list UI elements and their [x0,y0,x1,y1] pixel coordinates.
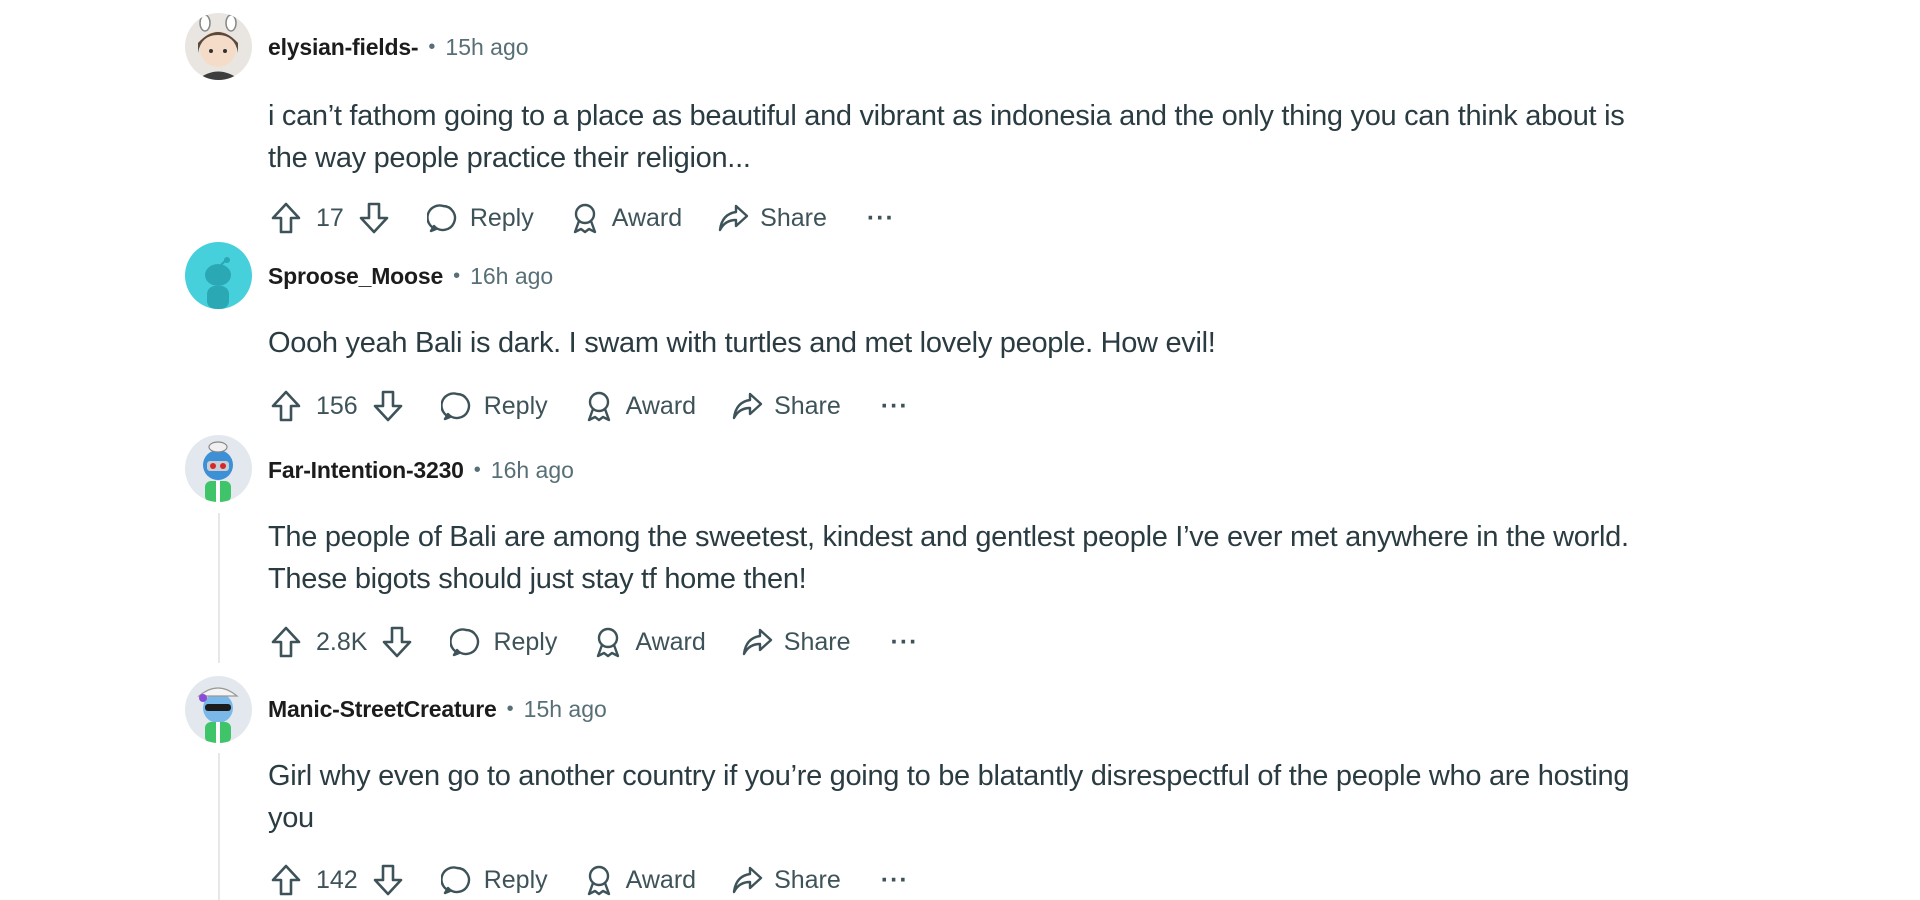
downvote-icon[interactable] [379,622,415,662]
username[interactable]: Far-Intention-3230 [268,457,464,484]
comment-text-line: i can’t fathom going to a place as beaut… [268,100,1625,132]
more-options-icon: ··· [880,391,909,420]
reply-label: Reply [483,865,548,894]
vote-group: 142 [268,860,406,900]
downvote-icon[interactable] [370,386,406,426]
meta-separator: • [506,697,514,720]
more-options-icon: ··· [880,865,909,894]
award-button[interactable]: Award [582,386,696,426]
reply-label: Reply [483,391,548,420]
comment-meta: Far-Intention-3230 • 16h ago [268,455,574,485]
reply-button[interactable]: Reply [449,622,557,662]
upvote-icon[interactable] [268,386,304,426]
comment-body: Girl why even go to another country if y… [268,755,1728,839]
thread-line[interactable] [218,513,220,663]
reply-button[interactable]: Reply [440,386,548,426]
meta-separator: • [428,35,436,58]
award-icon [582,386,616,426]
comment-meta: Manic-StreetCreature • 15h ago [268,694,607,724]
comment-bubble-icon [440,860,474,900]
more-options-icon: ··· [866,203,895,232]
reply-button[interactable]: Reply [426,198,534,238]
award-button[interactable]: Award [568,198,682,238]
thread-line[interactable] [218,753,220,900]
share-label: Share [760,203,827,232]
timestamp[interactable]: 16h ago [470,263,553,290]
meta-separator: • [473,458,481,481]
share-button[interactable]: Share [740,622,851,662]
vote-group: 2.8K [268,622,415,662]
reply-button[interactable]: Reply [440,860,548,900]
comment-body: Oooh yeah Bali is dark. I swam with turt… [268,322,1728,364]
more-options-icon: ··· [890,627,919,656]
comment-feed: elysian-fields- • 15h ago i can’t fathom… [0,0,1920,900]
upvote-icon[interactable] [268,198,304,238]
award-icon [568,198,602,238]
vote-score: 2.8K [316,627,368,656]
award-label: Award [611,203,683,232]
vote-group: 17 [268,198,392,238]
comment-actions: 17 Reply Award Share ··· [268,196,901,240]
share-label: Share [774,391,841,420]
more-options-button[interactable]: ··· [875,386,915,426]
timestamp[interactable]: 16h ago [491,457,574,484]
upvote-icon[interactable] [268,622,304,662]
share-icon [730,860,764,900]
share-label: Share [783,627,851,656]
share-button[interactable]: Share [730,860,841,900]
downvote-icon[interactable] [370,860,406,900]
comment-text-line: Oooh yeah Bali is dark. I swam with turt… [268,327,1216,359]
share-label: Share [774,865,841,894]
comment-text-line: you [268,802,314,834]
username[interactable]: Sproose_Moose [268,263,443,290]
comment-text-line: The people of Bali are among the sweetes… [268,521,1629,553]
meta-separator: • [453,264,461,287]
award-label: Award [625,391,697,420]
timestamp[interactable]: 15h ago [445,34,528,61]
award-icon [591,622,625,662]
timestamp[interactable]: 15h ago [524,696,607,723]
vote-score: 156 [316,391,358,420]
comment-meta: Sproose_Moose • 16h ago [268,261,553,291]
comment-meta: elysian-fields- • 15h ago [268,32,529,62]
comment-bubble-icon [449,622,483,662]
vote-group: 156 [268,386,406,426]
award-icon [582,860,616,900]
avatar[interactable] [185,435,252,502]
award-button[interactable]: Award [582,860,696,900]
comment-actions: 2.8K Reply Award Share ··· [268,620,925,664]
more-options-button[interactable]: ··· [861,198,901,238]
comment-body: i can’t fathom going to a place as beaut… [268,95,1728,179]
comment-actions: 156 Reply Award Share ··· [268,384,915,428]
username[interactable]: elysian-fields- [268,34,419,61]
vote-score: 17 [316,203,344,232]
award-label: Award [625,865,697,894]
comment-text-line: Girl why even go to another country if y… [268,760,1630,792]
share-icon [740,622,774,662]
reply-label: Reply [493,627,558,656]
upvote-icon[interactable] [268,860,304,900]
avatar[interactable] [185,676,252,743]
comment-bubble-icon [426,198,460,238]
share-button[interactable]: Share [730,386,841,426]
award-button[interactable]: Award [591,622,706,662]
reply-label: Reply [469,203,534,232]
share-icon [716,198,750,238]
comment-body: The people of Bali are among the sweetes… [268,516,1728,600]
vote-score: 142 [316,865,358,894]
award-label: Award [635,627,706,656]
more-options-button[interactable]: ··· [875,860,915,900]
comment-actions: 142 Reply Award Share ··· [268,858,915,900]
downvote-icon[interactable] [356,198,392,238]
comment-text-line: These bigots should just stay tf home th… [268,563,807,595]
share-button[interactable]: Share [716,198,827,238]
username[interactable]: Manic-StreetCreature [268,696,497,723]
comment-text-line: the way people practice their religion..… [268,142,751,174]
comment-bubble-icon [440,386,474,426]
avatar[interactable] [185,13,252,80]
share-icon [730,386,764,426]
more-options-button[interactable]: ··· [885,622,925,662]
avatar[interactable] [185,242,252,309]
